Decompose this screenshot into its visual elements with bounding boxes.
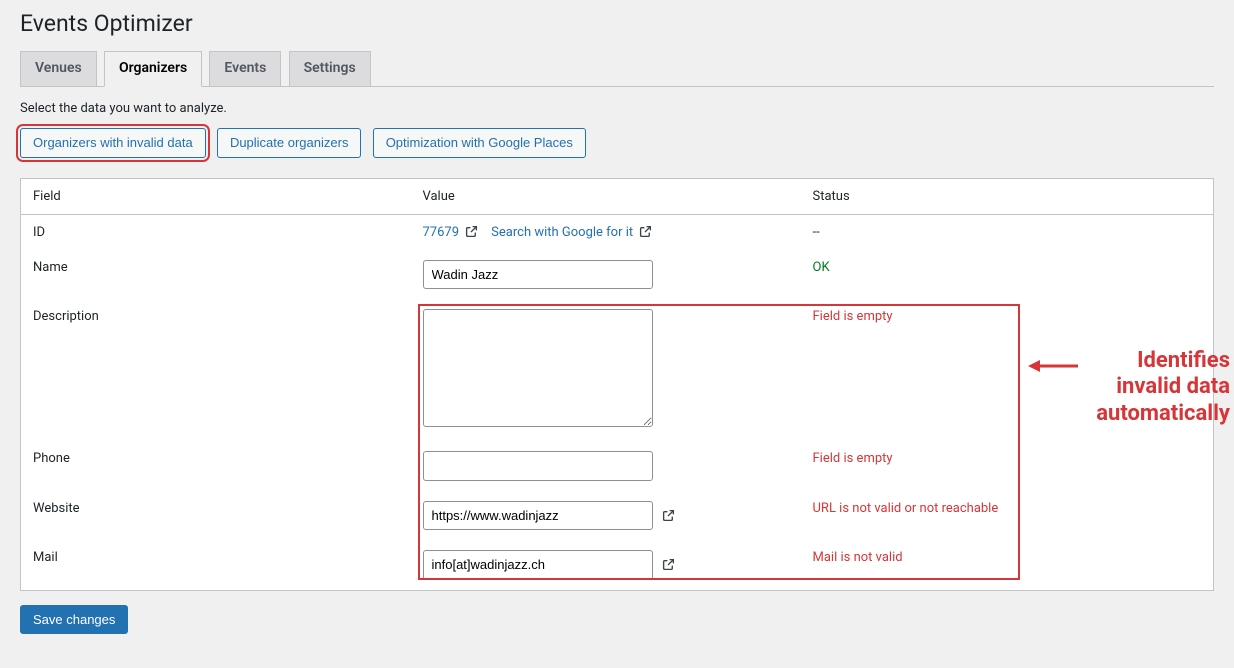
external-link-icon[interactable] xyxy=(465,225,478,238)
tab-venues[interactable]: Venues xyxy=(20,51,97,86)
tab-navigation: Venues Organizers Events Settings xyxy=(20,51,1214,87)
status-description: Field is empty xyxy=(813,309,893,324)
field-label-id: ID xyxy=(21,214,411,250)
external-link-icon[interactable] xyxy=(639,225,652,238)
table-row: Mail Mail is not valid xyxy=(21,540,1214,590)
table-row: Name OK xyxy=(21,250,1214,300)
external-link-icon[interactable] xyxy=(662,558,675,571)
status-mail: Mail is not valid xyxy=(813,550,903,565)
external-link-icon[interactable] xyxy=(662,509,675,522)
status-id: -- xyxy=(801,214,1214,250)
page-title: Events Optimizer xyxy=(20,10,1214,37)
header-status: Status xyxy=(801,178,1214,214)
id-link[interactable]: 77679 xyxy=(423,225,460,240)
name-input[interactable] xyxy=(423,260,653,290)
organizers-invalid-data-button[interactable]: Organizers with invalid data xyxy=(20,128,206,158)
phone-input[interactable] xyxy=(423,451,653,481)
tab-settings[interactable]: Settings xyxy=(289,51,371,86)
field-label-phone: Phone xyxy=(21,441,411,491)
header-value: Value xyxy=(411,178,801,214)
header-field: Field xyxy=(21,178,411,214)
instruction-text: Select the data you want to analyze. xyxy=(20,101,1214,116)
data-table: Field Value Status ID 77679 Search wit xyxy=(20,178,1214,591)
optimization-google-places-button[interactable]: Optimization with Google Places xyxy=(373,128,586,158)
table-row: Website URL is not valid or not reachabl… xyxy=(21,491,1214,541)
field-label-mail: Mail xyxy=(21,540,411,590)
description-textarea[interactable] xyxy=(423,309,653,427)
field-label-website: Website xyxy=(21,491,411,541)
field-label-name: Name xyxy=(21,250,411,300)
website-input[interactable] xyxy=(423,501,653,531)
status-phone: Field is empty xyxy=(813,451,893,466)
status-website: URL is not valid or not reachable xyxy=(813,501,999,516)
duplicate-organizers-button[interactable]: Duplicate organizers xyxy=(217,128,362,158)
tab-organizers[interactable]: Organizers xyxy=(104,51,202,87)
table-row: Phone Field is empty xyxy=(21,441,1214,491)
status-name: OK xyxy=(813,260,830,275)
mail-input[interactable] xyxy=(423,550,653,580)
table-row: Description Field is empty xyxy=(21,299,1214,441)
field-label-description: Description xyxy=(21,299,411,441)
save-changes-button[interactable]: Save changes xyxy=(20,605,128,634)
search-google-link[interactable]: Search with Google for it xyxy=(491,225,633,240)
filter-button-row: Organizers with invalid data Duplicate o… xyxy=(20,128,1214,158)
tab-events[interactable]: Events xyxy=(209,51,281,86)
table-row: ID 77679 Search with Google for it -- xyxy=(21,214,1214,250)
